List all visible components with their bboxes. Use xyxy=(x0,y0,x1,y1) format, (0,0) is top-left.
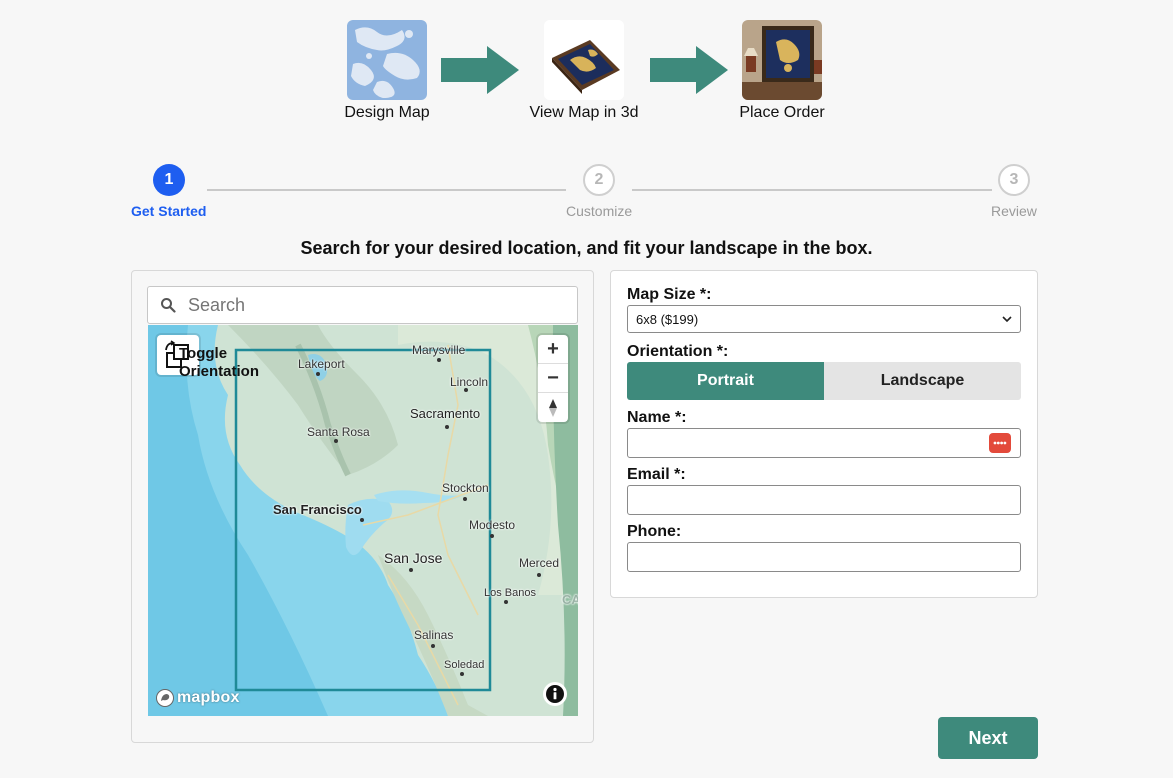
search-bar[interactable] xyxy=(147,286,578,324)
process-label: Place Order xyxy=(739,104,825,121)
search-icon xyxy=(161,298,176,313)
portrait-button[interactable]: Portrait xyxy=(627,362,824,400)
stepper-step-3[interactable]: 3 xyxy=(998,164,1030,196)
mapbox-logo-icon xyxy=(156,689,174,707)
city-label: Lakeport xyxy=(298,357,345,371)
process-step-place-order: Place Order xyxy=(722,20,842,122)
stepper-label-get-started: Get Started xyxy=(131,203,207,219)
city-label: Soledad xyxy=(444,659,485,671)
city-label: Marysville xyxy=(412,343,466,357)
stepper-step-2[interactable]: 2 xyxy=(583,164,615,196)
arrow-right-icon xyxy=(650,46,728,94)
process-label: View Map in 3d xyxy=(529,104,639,121)
city-label: Lincoln xyxy=(450,375,489,389)
name-label: Name *: xyxy=(627,409,687,426)
city-label: Santa Rosa xyxy=(307,425,370,439)
stepper-step-1[interactable]: 1 xyxy=(153,164,185,196)
city-label: Stockton xyxy=(442,481,489,495)
mapbox-logo-text: mapbox xyxy=(177,689,240,706)
dots-icon xyxy=(993,441,1007,445)
city-label: Los Banos xyxy=(484,587,536,599)
chevron-down-icon xyxy=(1002,316,1012,323)
zoom-out-button[interactable]: − xyxy=(538,364,568,393)
stepper-connector xyxy=(632,189,992,191)
map-size-select[interactable]: 6x8 ($199) xyxy=(627,305,1021,333)
arrow-right-icon xyxy=(441,46,519,94)
next-button[interactable]: Next xyxy=(938,717,1038,759)
password-manager-icon[interactable] xyxy=(989,433,1011,453)
mapbox-logo: mapbox xyxy=(155,688,240,708)
stepper-label-review: Review xyxy=(991,203,1037,219)
city-label: Modesto xyxy=(469,518,516,532)
map-zoom-controls: + − xyxy=(538,335,568,422)
state-label: CA xyxy=(562,592,578,607)
framed-map-room-thumbnail xyxy=(742,20,822,100)
map-size-label: Map Size *: xyxy=(627,286,712,303)
stepper-connector xyxy=(207,189,566,191)
compass-button[interactable] xyxy=(538,393,568,422)
process-step-design-map: Design Map xyxy=(327,20,447,122)
process-label: Design Map xyxy=(344,104,430,121)
email-field[interactable] xyxy=(627,485,1021,515)
zoom-in-button[interactable]: + xyxy=(538,335,568,364)
city-label: Salinas xyxy=(414,628,454,642)
phone-label: Phone: xyxy=(627,523,682,540)
city-label: Merced xyxy=(519,556,560,570)
city-label: San Jose xyxy=(384,550,443,566)
info-icon xyxy=(546,685,564,703)
orientation-label: Orientation *: xyxy=(627,343,729,360)
orientation-toggle: Portrait Landscape xyxy=(627,362,1021,400)
toggle-orientation-label: Toggle Orientation xyxy=(179,345,260,380)
email-label: Email *: xyxy=(627,466,686,483)
city-label: San Francisco xyxy=(273,502,362,517)
search-input[interactable] xyxy=(188,294,548,316)
map-size-value: 6x8 ($199) xyxy=(636,311,699,327)
landscape-button[interactable]: Landscape xyxy=(824,362,1021,400)
design-map-thumbnail xyxy=(347,20,427,100)
stepper-label-customize: Customize xyxy=(566,203,633,219)
3d-frame-thumbnail xyxy=(544,20,624,100)
attribution-info-button[interactable] xyxy=(543,682,567,706)
map-view[interactable]: Marysville Lakeport Lincoln Sacramento S… xyxy=(148,325,578,716)
process-step-view-3d: View Map in 3d xyxy=(524,20,644,122)
name-field[interactable] xyxy=(627,428,1021,458)
phone-field[interactable] xyxy=(627,542,1021,572)
instruction-heading: Search for your desired location, and fi… xyxy=(300,238,873,258)
compass-icon xyxy=(549,398,557,417)
city-label: Sacramento xyxy=(410,406,481,421)
